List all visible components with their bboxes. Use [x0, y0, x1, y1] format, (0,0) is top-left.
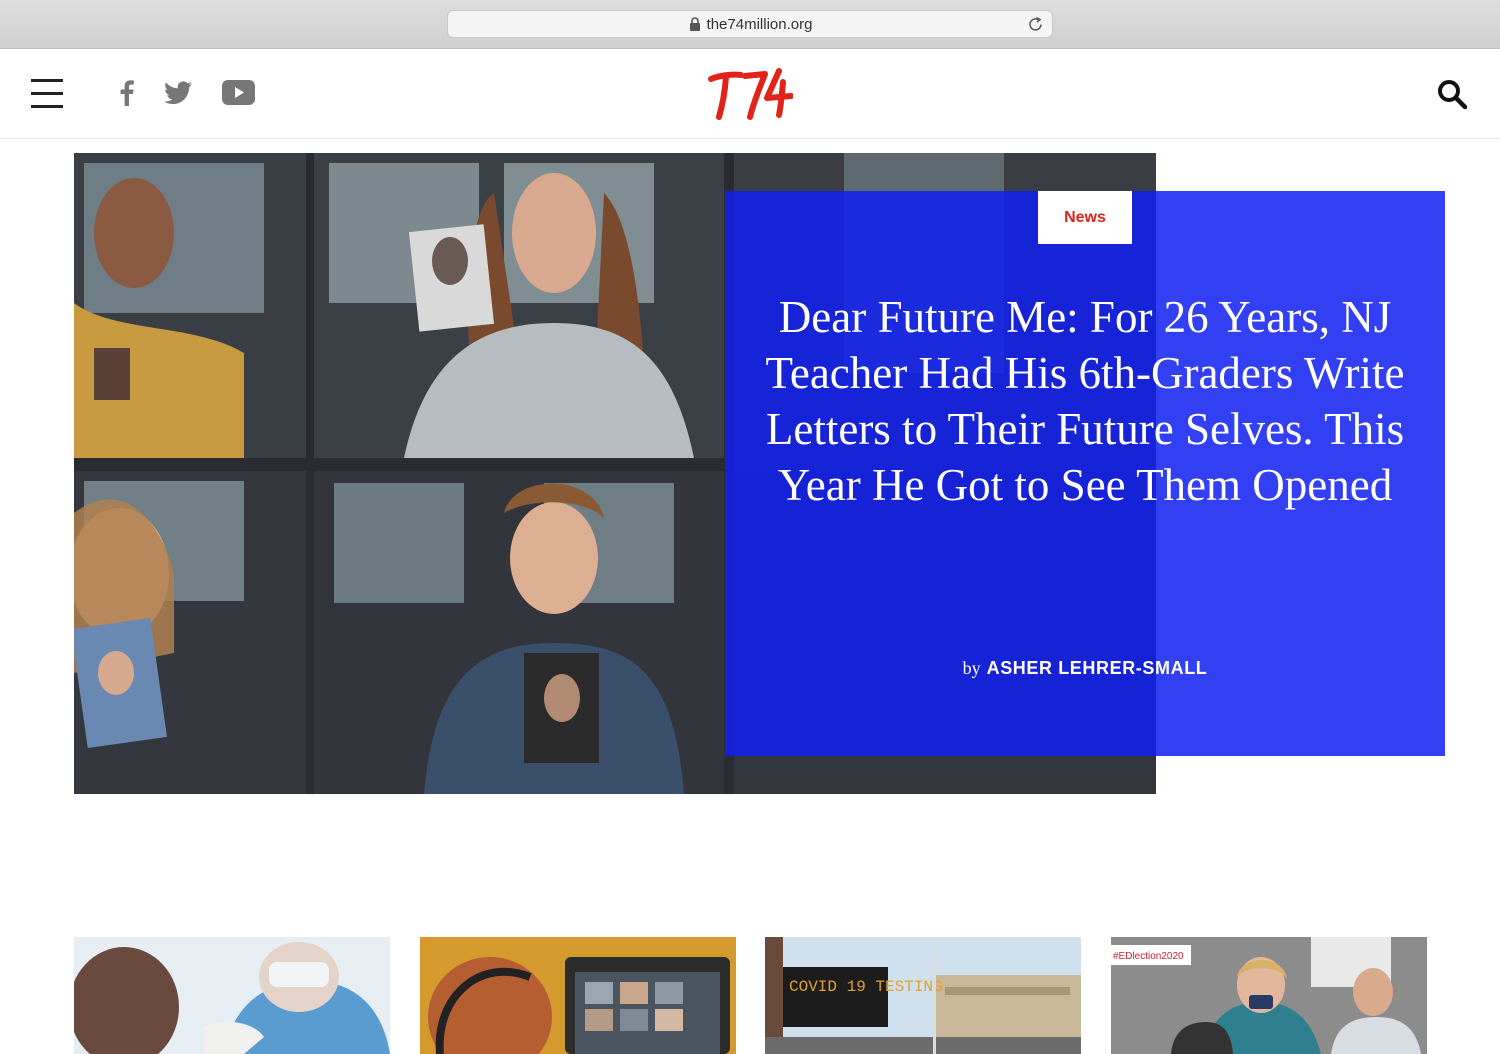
- category-badge[interactable]: News: [1038, 191, 1132, 244]
- t74-logo[interactable]: [707, 65, 793, 123]
- author-link[interactable]: ASHER LEHRER-SMALL: [987, 658, 1208, 678]
- hero-story-card[interactable]: News Dear Future Me: For 26 Years, NJ Te…: [725, 191, 1445, 756]
- lock-icon: [689, 17, 700, 31]
- story-card-thumbnail[interactable]: [74, 937, 390, 1054]
- covid-sign-text: COVID 19 TESTING: [789, 978, 943, 996]
- story-card-thumbnail[interactable]: COVID 19 TESTING: [765, 937, 1081, 1054]
- facebook-icon[interactable]: [118, 80, 136, 106]
- story-card-thumbnail[interactable]: [420, 937, 736, 1054]
- thumbnail-image: [74, 937, 390, 1054]
- story-card-thumbnail[interactable]: #EDlection2020: [1111, 937, 1427, 1054]
- byline-prefix: by: [962, 658, 981, 678]
- byline: by ASHER LEHRER-SMALL: [725, 658, 1445, 679]
- thumbnail-image: #EDlection2020: [1111, 937, 1427, 1054]
- reload-icon[interactable]: [1027, 16, 1044, 33]
- hero-headline[interactable]: Dear Future Me: For 26 Years, NJ Teacher…: [765, 289, 1405, 513]
- browser-toolbar: the74million.org: [0, 0, 1500, 49]
- twitter-icon[interactable]: [164, 81, 192, 105]
- url-text: the74million.org: [706, 15, 813, 33]
- thumbnail-image: [420, 937, 736, 1054]
- youtube-icon[interactable]: [222, 80, 255, 105]
- edlection-sign-text: #EDlection2020: [1113, 951, 1184, 962]
- site-header: [0, 49, 1500, 139]
- search-icon[interactable]: [1436, 78, 1468, 110]
- hamburger-menu-icon[interactable]: [31, 79, 63, 111]
- thumbnail-image: COVID 19 TESTING: [765, 937, 1081, 1054]
- address-bar[interactable]: the74million.org: [447, 10, 1053, 38]
